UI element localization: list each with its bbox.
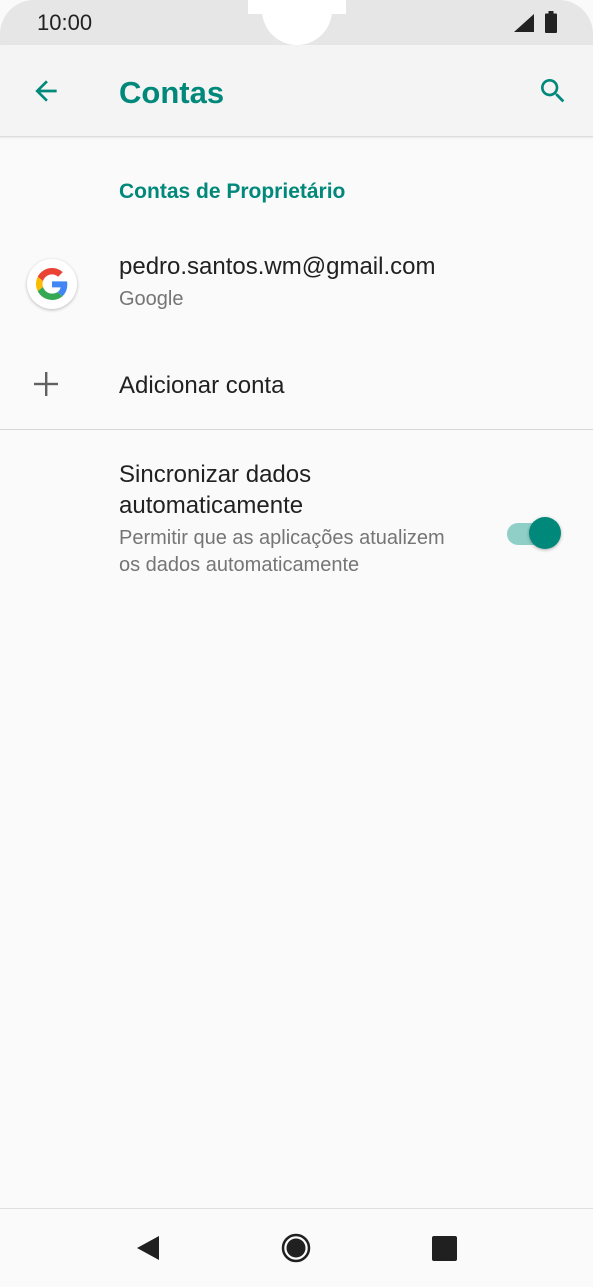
search-button[interactable]: [529, 67, 577, 115]
account-item-google[interactable]: pedro.santos.wm@gmail.com Google: [0, 234, 593, 334]
nav-recents-icon[interactable]: [431, 1235, 458, 1262]
add-account-button[interactable]: Adicionar conta: [0, 344, 593, 428]
google-icon: [36, 268, 68, 300]
app-bar: Contas: [0, 45, 593, 137]
status-icons: [513, 11, 557, 33]
account-type: Google: [119, 288, 184, 310]
google-avatar: [27, 259, 77, 309]
nav-home-icon[interactable]: [281, 1233, 311, 1263]
system-nav-bar: [0, 1208, 593, 1287]
battery-icon: [545, 11, 557, 33]
signal-icon: [514, 14, 534, 32]
auto-sync-setting[interactable]: Sincronizar dados automaticamente Permit…: [0, 445, 593, 620]
status-time: 10:00: [37, 10, 93, 35]
search-icon: [541, 79, 565, 103]
arrow-back-icon: [35, 80, 57, 102]
auto-sync-summary: Permitir que as aplicações atualizem os …: [119, 527, 445, 576]
auto-sync-toggle[interactable]: [507, 517, 561, 549]
add-account-label: Adicionar conta: [119, 372, 285, 399]
plus-icon: [34, 372, 58, 396]
toggle-thumb: [529, 517, 561, 549]
divider: [0, 429, 593, 430]
auto-sync-title: Sincronizar dados automaticamente: [119, 461, 312, 519]
account-email: pedro.santos.wm@gmail.com: [119, 253, 436, 280]
screen: 10:00 Contas Contas de Proprietário pedr…: [0, 0, 593, 1287]
section-header-owner-accounts: Contas de Proprietário: [119, 180, 346, 203]
nav-back-icon[interactable]: [133, 1233, 163, 1263]
page-title: Contas: [119, 75, 225, 110]
back-button[interactable]: [22, 67, 70, 115]
